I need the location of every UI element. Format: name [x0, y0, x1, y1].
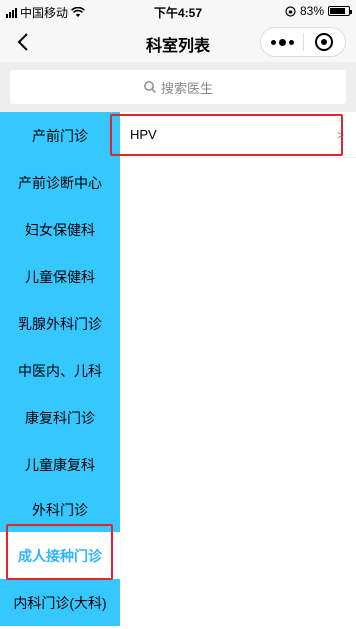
- department-sidebar: 产前门诊 产前诊断中心 妇女保健科 儿童保健科 乳腺外科门诊 中医内、儿科 康复…: [0, 112, 120, 629]
- sidebar-item-label: 产前门诊: [32, 127, 88, 144]
- nav-bar: 科室列表: [0, 22, 356, 62]
- search-input[interactable]: 搜索医生: [10, 70, 346, 104]
- sidebar-item-adult-vaccination[interactable]: 成人接种门诊: [0, 532, 120, 579]
- sidebar-item-tcm-pediatrics[interactable]: 中医内、儿科: [0, 347, 120, 394]
- search-icon: [144, 81, 156, 93]
- sidebar-item-surgery[interactable]: 外科门诊: [0, 488, 120, 532]
- sidebar-item-label: 儿童康复科: [25, 456, 95, 473]
- search-placeholder: 搜索医生: [160, 80, 213, 96]
- list-item-hpv[interactable]: HPV >: [120, 112, 356, 158]
- list-item-label: HPV: [130, 127, 157, 142]
- battery-percent: 83%: [299, 4, 324, 18]
- sidebar-item-label: 康复科门诊: [25, 409, 95, 426]
- sidebar-item-label: 儿童保健科: [25, 268, 95, 285]
- sidebar-item-child-health[interactable]: 儿童保健科: [0, 253, 120, 300]
- mini-program-capsule: [260, 27, 346, 57]
- doctor-list: HPV >: [110, 112, 356, 629]
- status-right: 83%: [285, 4, 352, 18]
- sidebar-item-label: 内科门诊(大科): [13, 594, 107, 611]
- sidebar-item-label: 成人接种门诊: [18, 547, 102, 564]
- sidebar-item-label: 产前诊断中心: [18, 174, 102, 191]
- sidebar-item-prenatal-clinic[interactable]: 产前门诊: [0, 112, 120, 159]
- chevron-right-icon: >: [336, 127, 344, 142]
- sidebar-item-breast-surgery[interactable]: 乳腺外科门诊: [0, 300, 120, 347]
- battery-icon: [328, 6, 352, 16]
- close-mini-program-icon[interactable]: [304, 33, 345, 51]
- sidebar-item-rehabilitation[interactable]: 康复科门诊: [0, 394, 120, 441]
- more-icon[interactable]: [261, 38, 303, 46]
- sidebar-item-label: 妇女保健科: [25, 221, 95, 238]
- sidebar-item-internal-medicine[interactable]: 内科门诊(大科): [0, 579, 120, 626]
- sidebar-item-label: 中医内、儿科: [18, 362, 102, 379]
- sidebar-item-child-rehabilitation[interactable]: 儿童康复科: [0, 441, 120, 488]
- sidebar-item-label: 乳腺外科门诊: [18, 315, 102, 332]
- sidebar-item-women-health[interactable]: 妇女保健科: [0, 206, 120, 253]
- sidebar-item-prenatal-diagnosis-center[interactable]: 产前诊断中心: [0, 159, 120, 206]
- status-bar: 中国移动 下午4:57 83%: [0, 0, 356, 22]
- orientation-lock-icon: [285, 5, 296, 17]
- sidebar-item-label: 外科门诊: [32, 502, 88, 518]
- search-area: 搜索医生: [0, 62, 356, 112]
